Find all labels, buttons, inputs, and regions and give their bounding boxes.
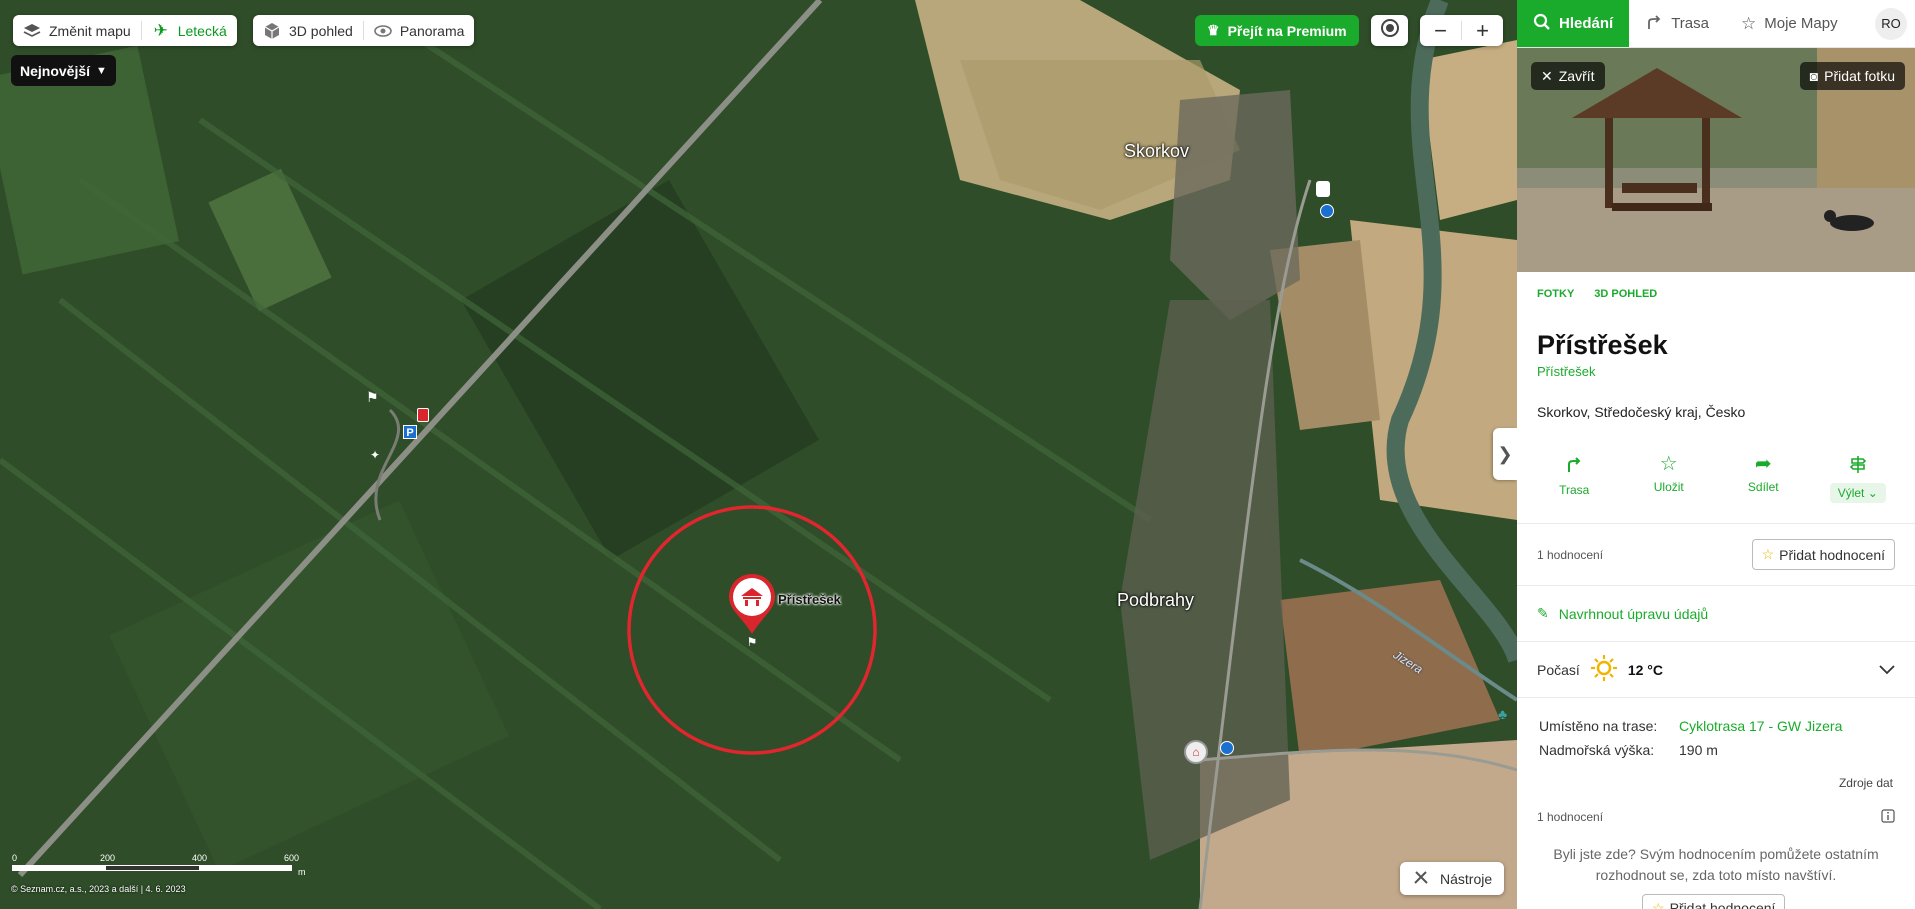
camera-icon: ◙: [1809, 68, 1819, 84]
route-icon: [1564, 454, 1584, 477]
layers-icon: [23, 22, 41, 40]
map-canvas[interactable]: ⚑ P ✦ ⌂ ♣ ⚑ Přístřešek Skorkov Podbrahy …: [0, 0, 1517, 909]
star-icon: ☆: [1659, 453, 1678, 475]
map-view-switcher: 3D pohled Panorama: [253, 15, 475, 46]
media-tabs: FOTKY 3D POHLED: [1517, 272, 1915, 300]
place-info: Umístěno na trase: Cyklotrasa 17 - GW Ji…: [1517, 698, 1915, 762]
chevron-down-icon[interactable]: [1879, 662, 1895, 678]
place-actions: Trasa ☆ Uložit ➦ Sdílet Výlet ⌄: [1517, 420, 1915, 524]
svg-text:⚑: ⚑: [747, 635, 758, 649]
tools-icon: [1412, 868, 1430, 889]
rating-summary: 1 hodnocení: [1517, 790, 1915, 844]
add-photo-button[interactable]: ◙ Přidat fotku: [1799, 62, 1905, 90]
rating-count: 1 hodnocení: [1537, 547, 1604, 562]
selected-place-marker[interactable]: ⚑: [727, 572, 777, 650]
weather-label: Počasí: [1537, 661, 1580, 678]
tab-search[interactable]: Hledání: [1517, 0, 1630, 47]
chevron-down-icon: ▼: [96, 64, 107, 77]
tools-button[interactable]: Nástroje: [1400, 862, 1505, 895]
rating-row: 1 hodnocení ☆ Přidat hodnocení: [1517, 524, 1915, 586]
route-link[interactable]: Cyklotrasa 17 - GW Jizera: [1679, 718, 1842, 734]
scale-bar: [12, 865, 292, 871]
rating-prompt: Byli jste zde? Svým hodnocením pomůžete …: [1553, 846, 1879, 883]
building-icon[interactable]: ⌂: [1184, 740, 1208, 764]
sun-icon: [1590, 654, 1618, 685]
star-icon: ☆: [1652, 900, 1665, 909]
suggest-edit-link[interactable]: ✎ Navrhnout úpravu údajů: [1517, 586, 1915, 642]
aerial-map-button[interactable]: ✈ Letecká: [142, 15, 237, 46]
chevron-down-icon: ⌄: [1867, 486, 1878, 500]
edit-icon: ✎: [1537, 605, 1549, 621]
target-icon: [1380, 18, 1400, 43]
data-sources-link[interactable]: Zdroje dat: [1517, 762, 1915, 790]
marker-label: Přístřešek: [778, 592, 841, 607]
save-action-button[interactable]: ☆ Uložit: [1634, 454, 1704, 503]
change-map-button[interactable]: Změnit mapu: [13, 15, 141, 46]
tab-3d-view[interactable]: 3D POHLED: [1594, 288, 1657, 300]
place-label-podbrahy: Podbrahy: [1117, 590, 1195, 610]
crown-icon: ♛: [1207, 22, 1220, 38]
map-layer-switcher: Změnit mapu ✈ Letecká: [13, 15, 237, 46]
add-rating-button[interactable]: ☆ Přidat hodnocení: [1642, 894, 1786, 909]
scale-tick: 600: [284, 853, 300, 863]
parking-icon[interactable]: P: [403, 425, 417, 439]
weather-temperature: 12 °C: [1627, 661, 1663, 678]
monument-icon[interactable]: [1316, 181, 1330, 197]
tab-my-maps[interactable]: ☆ Moje Mapy: [1725, 0, 1854, 47]
add-rating-button[interactable]: ☆ Přidat hodnocení: [1751, 539, 1895, 570]
map-copyright: © Seznam.cz, a.s., 2023 a další | 4. 6. …: [11, 884, 186, 894]
antenna-icon[interactable]: ✦: [370, 448, 380, 462]
share-action-button[interactable]: ➦ Sdílet: [1728, 454, 1798, 503]
avatar[interactable]: RO: [1875, 7, 1907, 40]
place-label-skorkov: Skorkov: [1124, 141, 1190, 161]
zoom-out-button[interactable]: −: [1420, 15, 1461, 46]
my-location-button[interactable]: [1371, 15, 1408, 46]
trip-action-button[interactable]: Výlet ⌄: [1823, 454, 1893, 503]
signpost-icon[interactable]: ⚑: [366, 389, 379, 406]
share-icon: ➦: [1754, 453, 1772, 475]
star-icon: ☆: [1761, 546, 1775, 562]
place-category[interactable]: Přístřešek: [1517, 361, 1915, 379]
route-action-button[interactable]: Trasa: [1539, 454, 1609, 503]
scale-tick: 0: [12, 853, 18, 863]
cube-icon: [263, 22, 281, 40]
bus-stop-icon[interactable]: [1220, 741, 1234, 755]
premium-button[interactable]: ♛ Přejít na Premium: [1195, 15, 1359, 46]
newest-imagery-dropdown[interactable]: Nejnovější ▼: [11, 55, 116, 86]
info-row: Umístěno na trase: Cyklotrasa 17 - GW Ji…: [1539, 718, 1843, 734]
tree-icon[interactable]: ♣: [1498, 706, 1507, 722]
info-icon[interactable]: [1881, 808, 1895, 826]
zoom-controls: − +: [1420, 15, 1503, 46]
panel-tabs: Hledání Trasa ☆ Moje Mapy RO: [1517, 0, 1915, 48]
map-scale: 0 200 400 600 m: [12, 853, 306, 877]
fuel-station-icon[interactable]: [417, 408, 429, 422]
place-photo[interactable]: ✕ Zavřít ◙ Přidat fotku: [1517, 48, 1915, 272]
eye-icon: [374, 22, 392, 40]
airplane-icon: ✈: [153, 20, 168, 40]
route-icon: [1645, 13, 1663, 35]
scale-tick: 400: [192, 853, 208, 863]
zoom-in-button[interactable]: +: [1462, 15, 1503, 46]
close-icon: ✕: [1541, 67, 1553, 84]
tab-photos[interactable]: FOTKY: [1537, 288, 1574, 300]
view-3d-button[interactable]: 3D pohled: [253, 15, 363, 46]
scale-tick: 200: [100, 853, 116, 863]
info-row: Nadmořská výška: 190 m: [1539, 742, 1718, 758]
tab-route[interactable]: Trasa: [1629, 0, 1725, 47]
close-photo-button[interactable]: ✕ Zavřít: [1531, 62, 1605, 90]
place-address: Skorkov, Středočeský kraj, Česko: [1537, 404, 1746, 420]
collapse-panel-button[interactable]: ❯: [1493, 428, 1517, 480]
chevron-right-icon: ❯: [1497, 443, 1513, 464]
aerial-imagery: [0, 0, 1517, 909]
scale-unit: m: [298, 867, 306, 877]
panorama-button[interactable]: Panorama: [364, 15, 475, 46]
place-title: Přístřešek: [1537, 330, 1668, 360]
detail-panel: Hledání Trasa ☆ Moje Mapy RO ✕ Zavřít ◙ …: [1517, 0, 1915, 909]
weather-row[interactable]: Počasí 12 °C: [1517, 642, 1915, 698]
signpost-icon: [1848, 454, 1868, 477]
star-icon: ☆: [1740, 13, 1757, 33]
bus-stop-icon[interactable]: [1320, 204, 1334, 218]
search-icon: [1533, 13, 1551, 35]
